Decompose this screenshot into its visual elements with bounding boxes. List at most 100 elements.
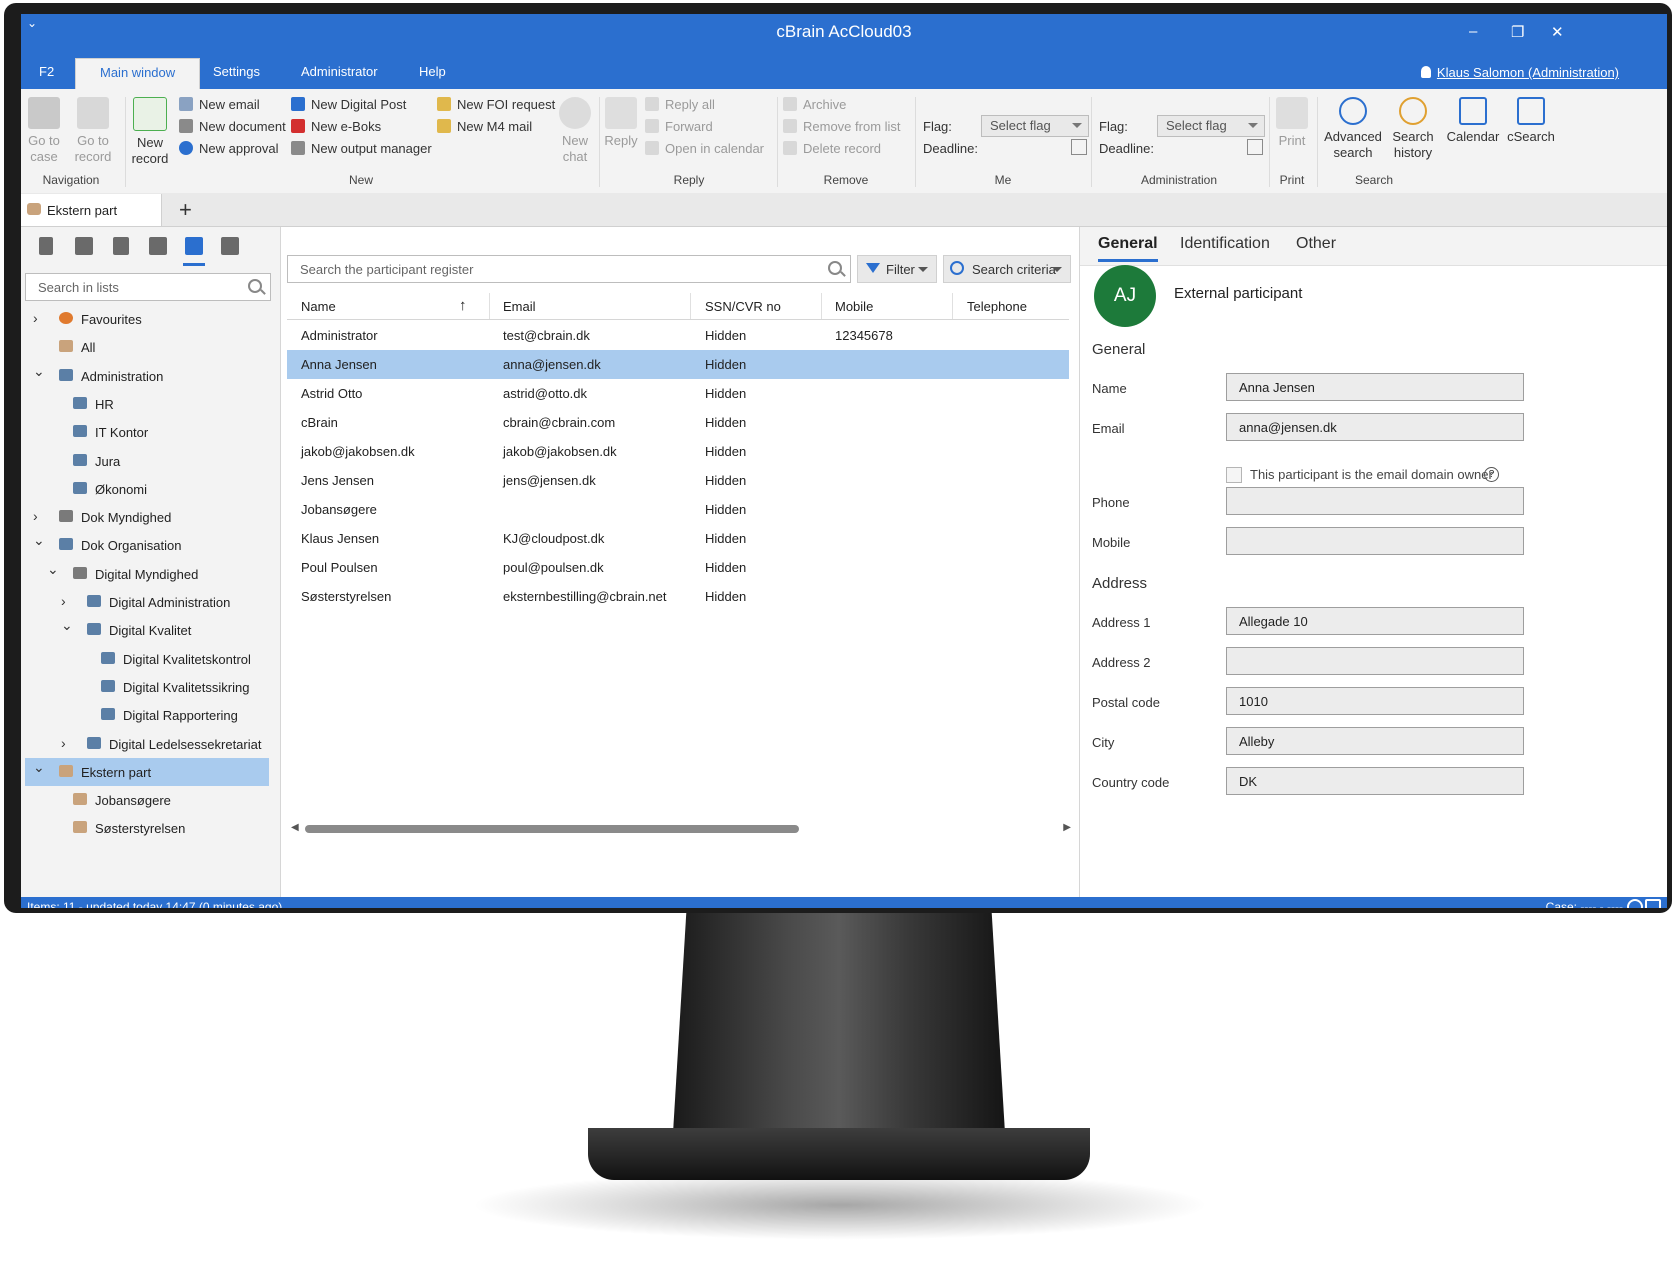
- new-document-button[interactable]: New document: [179, 119, 286, 134]
- new-email-button[interactable]: New email: [179, 97, 260, 112]
- user-link[interactable]: Klaus Salomon (Administration): [1420, 65, 1619, 80]
- chevron-right-icon[interactable]: ›: [33, 508, 38, 524]
- table-row[interactable]: cBrain cbrain@cbrain.com Hidden: [287, 408, 1069, 437]
- tree-item[interactable]: IT Kontor: [25, 418, 269, 446]
- new-m4-button[interactable]: New M4 mail: [437, 119, 532, 134]
- table-row[interactable]: Poul Poulsen poul@poulsen.dk Hidden: [287, 553, 1069, 582]
- reply-all-button[interactable]: Reply all: [645, 97, 715, 112]
- advanced-search-button[interactable]: Advanced search: [1321, 97, 1385, 161]
- table-row[interactable]: Administrator test@cbrain.dk Hidden 1234567…: [287, 321, 1069, 350]
- list-icon[interactable]: [113, 237, 129, 255]
- tab-general[interactable]: General: [1098, 235, 1158, 262]
- tree-item[interactable]: All: [25, 333, 269, 361]
- hierarchy-icon[interactable]: [75, 237, 93, 255]
- tree-item[interactable]: ⌄ Digital Myndighed: [25, 560, 269, 588]
- folder-icon[interactable]: [221, 237, 239, 255]
- column-separator[interactable]: [489, 293, 490, 319]
- menu-administrator[interactable]: Administrator: [301, 64, 378, 79]
- go-to-case-button[interactable]: Go to case: [23, 97, 65, 165]
- name-field[interactable]: Anna Jensen: [1226, 373, 1524, 401]
- chevron-down-icon[interactable]: ⌄: [47, 561, 59, 578]
- remove-from-list-button[interactable]: Remove from list: [783, 119, 901, 134]
- tab-other[interactable]: Other: [1296, 235, 1336, 253]
- tree-item[interactable]: ⌄ Administration: [25, 362, 269, 390]
- chevron-down-icon[interactable]: ⌄: [33, 363, 45, 380]
- menu-settings[interactable]: Settings: [213, 64, 260, 79]
- mobile-field[interactable]: [1226, 527, 1524, 555]
- print-button[interactable]: Print: [1275, 97, 1309, 149]
- tree-item[interactable]: Jobansøgere: [25, 786, 269, 814]
- search-icon[interactable]: [828, 261, 842, 275]
- csearch-button[interactable]: cSearch: [1505, 97, 1557, 145]
- sort-ascending-icon[interactable]: ↑: [459, 297, 467, 314]
- chevron-down-icon[interactable]: ⌄: [33, 532, 45, 549]
- column-email[interactable]: Email: [503, 299, 536, 314]
- table-row[interactable]: Anna Jensen anna@jensen.dk Hidden: [287, 350, 1069, 379]
- postal-code-field[interactable]: 1010: [1226, 687, 1524, 715]
- scroll-left-icon[interactable]: ◀: [291, 822, 299, 833]
- tree-item[interactable]: › Digital Ledelsessekretariat: [25, 730, 269, 758]
- tree-item[interactable]: Økonomi: [25, 475, 269, 503]
- table-row[interactable]: Søsterstyrelsen eksternbestilling@cbrain.…: [287, 582, 1069, 611]
- calendar-button[interactable]: Calendar: [1445, 97, 1501, 145]
- column-mobile[interactable]: Mobile: [835, 299, 873, 314]
- table-row[interactable]: jakob@jakobsen.dk jakob@jakobsen.dk Hidden: [287, 437, 1069, 466]
- menu-f2[interactable]: F2: [39, 64, 54, 79]
- new-approval-button[interactable]: New approval: [179, 141, 279, 156]
- reply-button[interactable]: Reply: [603, 97, 639, 149]
- chevron-right-icon[interactable]: ›: [33, 310, 38, 326]
- chevron-down-icon[interactable]: ⌄: [33, 759, 45, 776]
- phone-field[interactable]: [1226, 487, 1524, 515]
- scroll-right-icon[interactable]: ▶: [1063, 822, 1071, 833]
- tag-icon[interactable]: [1645, 899, 1661, 908]
- column-ssn[interactable]: SSN/CVR no: [705, 299, 781, 314]
- mail-stack-icon[interactable]: [149, 237, 167, 255]
- delete-record-button[interactable]: Delete record: [783, 141, 881, 156]
- tree-item[interactable]: ⌄ Dok Organisation: [25, 531, 269, 559]
- document-icon[interactable]: [39, 237, 53, 255]
- menu-help[interactable]: Help: [419, 64, 446, 79]
- table-row[interactable]: Astrid Otto astrid@otto.dk Hidden: [287, 379, 1069, 408]
- chevron-right-icon[interactable]: ›: [61, 735, 66, 751]
- table-row[interactable]: Jobansøgere Hidden: [287, 495, 1069, 524]
- restore-icon[interactable]: ❐: [1511, 23, 1524, 41]
- new-eboks-button[interactable]: New e-Boks: [291, 119, 381, 134]
- chevron-down-icon[interactable]: ⌄: [61, 617, 73, 634]
- column-telephone[interactable]: Telephone: [967, 299, 1027, 314]
- tree-item[interactable]: Jura: [25, 447, 269, 475]
- new-output-manager-button[interactable]: New output manager: [291, 141, 432, 156]
- new-record-button[interactable]: New record: [129, 97, 171, 167]
- deadline-calendar-icon[interactable]: [1071, 139, 1087, 155]
- new-chat-button[interactable]: New chat: [557, 97, 593, 165]
- close-icon[interactable]: ✕: [1551, 23, 1564, 41]
- tab-ekstern-part[interactable]: Ekstern part: [21, 194, 162, 226]
- search-criteria-button[interactable]: Search criteria: [943, 255, 1071, 283]
- tree-item[interactable]: ⌄ Digital Kvalitet: [25, 616, 269, 644]
- admin-select-flag[interactable]: Select flag: [1157, 115, 1265, 137]
- participants-icon[interactable]: [185, 237, 203, 255]
- column-separator[interactable]: [821, 293, 822, 319]
- column-separator[interactable]: [690, 293, 691, 319]
- tree-item[interactable]: HR: [25, 390, 269, 418]
- tree-item[interactable]: › Digital Administration: [25, 588, 269, 616]
- search-history-button[interactable]: Search history: [1387, 97, 1439, 161]
- tree-item[interactable]: › Favourites: [25, 305, 269, 333]
- tree-item[interactable]: › Dok Myndighed: [25, 503, 269, 531]
- tab-identification[interactable]: Identification: [1180, 235, 1270, 253]
- tree-item[interactable]: Søsterstyrelsen: [25, 814, 269, 842]
- tree-item[interactable]: ⌄ Ekstern part: [25, 757, 269, 786]
- email-field[interactable]: anna@jensen.dk: [1226, 413, 1524, 441]
- scrollbar-thumb[interactable]: [305, 825, 799, 833]
- city-field[interactable]: Alleby: [1226, 727, 1524, 755]
- address2-field[interactable]: [1226, 647, 1524, 675]
- tree-item[interactable]: Digital Kvalitetskontrol: [25, 645, 269, 673]
- country-code-field[interactable]: DK: [1226, 767, 1524, 795]
- column-separator[interactable]: [952, 293, 953, 319]
- domain-owner-checkbox[interactable]: [1226, 467, 1242, 483]
- deadline-calendar-icon[interactable]: [1247, 139, 1263, 155]
- chevron-right-icon[interactable]: ›: [61, 593, 66, 609]
- archive-button[interactable]: Archive: [783, 97, 846, 112]
- me-select-flag[interactable]: Select flag: [981, 115, 1089, 137]
- help-icon[interactable]: ?: [1484, 467, 1499, 482]
- address1-field[interactable]: Allegade 10: [1226, 607, 1524, 635]
